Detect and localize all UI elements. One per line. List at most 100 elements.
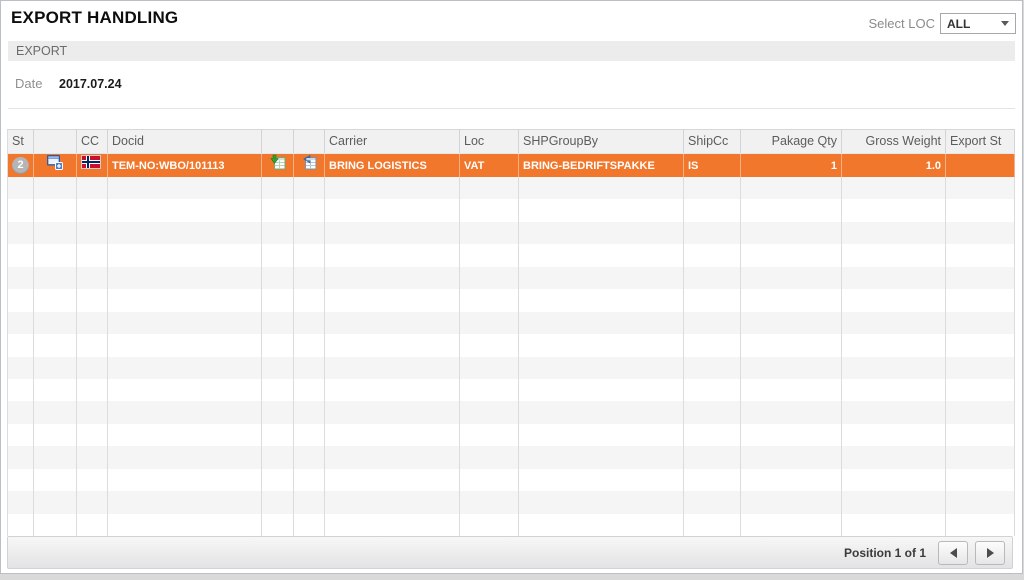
- page-title: EXPORT HANDLING: [11, 8, 179, 27]
- empty-cell: [77, 378, 108, 402]
- empty-cell: [262, 401, 294, 424]
- empty-cell: [460, 221, 519, 245]
- empty-cell: [294, 491, 325, 514]
- col-header-shpgroupby[interactable]: SHPGroupBy: [519, 130, 684, 153]
- empty-cell: [842, 446, 946, 469]
- empty-cell: [325, 401, 460, 424]
- empty-cell: [741, 289, 842, 312]
- empty-cell: [262, 423, 294, 447]
- cell-action-1[interactable]: [262, 154, 294, 177]
- empty-cell: [519, 378, 684, 402]
- table-row-empty: [7, 423, 1015, 447]
- chevron-down-icon: [1001, 21, 1009, 26]
- empty-cell: [684, 244, 741, 267]
- empty-cell: [946, 289, 1015, 312]
- empty-cell: [108, 513, 262, 536]
- col-header-cc[interactable]: CC: [77, 130, 108, 153]
- empty-cell: [325, 468, 460, 492]
- empty-cell: [8, 199, 34, 222]
- empty-cell: [262, 491, 294, 514]
- empty-cell: [262, 199, 294, 222]
- cell-row-type[interactable]: [34, 154, 77, 177]
- cell-loc: VAT: [460, 154, 519, 177]
- empty-cell: [946, 266, 1015, 290]
- empty-cell: [262, 221, 294, 245]
- cell-action-2[interactable]: [294, 154, 325, 177]
- empty-cell: [77, 221, 108, 245]
- empty-cell: [460, 468, 519, 492]
- col-header-export-st[interactable]: Export St: [946, 130, 1015, 153]
- empty-cell: [294, 177, 325, 200]
- empty-cell: [262, 378, 294, 402]
- table-row-empty: [7, 199, 1015, 222]
- empty-cell: [325, 311, 460, 335]
- empty-cell: [325, 378, 460, 402]
- table-row-empty: [7, 311, 1015, 335]
- empty-cell: [34, 446, 77, 469]
- empty-cell: [684, 356, 741, 379]
- empty-cell: [460, 513, 519, 536]
- empty-cell: [325, 423, 460, 447]
- empty-cell: [262, 311, 294, 335]
- col-header-carrier[interactable]: Carrier: [325, 130, 460, 153]
- empty-cell: [460, 378, 519, 402]
- empty-cell: [946, 199, 1015, 222]
- cell-shipcc: IS: [684, 154, 741, 177]
- empty-cell: [34, 378, 77, 402]
- export-excel-icon[interactable]: [269, 154, 286, 177]
- empty-cell: [294, 244, 325, 267]
- empty-cell: [34, 289, 77, 312]
- empty-cell: [842, 289, 946, 312]
- empty-cell: [8, 378, 34, 402]
- empty-cell: [34, 491, 77, 514]
- date-value: 2017.07.24: [59, 77, 122, 91]
- open-document-icon[interactable]: [47, 154, 63, 177]
- empty-cell: [325, 266, 460, 290]
- empty-cell: [519, 266, 684, 290]
- empty-cell: [34, 311, 77, 335]
- table-header-row: St CC Docid Carrier Loc SHPGroupBy ShipC…: [7, 129, 1015, 154]
- empty-cell: [946, 513, 1015, 536]
- empty-cell: [684, 378, 741, 402]
- empty-cell: [294, 199, 325, 222]
- select-loc-dropdown[interactable]: ALL: [940, 13, 1016, 34]
- table-row-empty: [7, 244, 1015, 267]
- empty-cell: [294, 334, 325, 357]
- col-header-pakage-qty[interactable]: Pakage Qty: [741, 130, 842, 153]
- col-header-loc[interactable]: Loc: [460, 130, 519, 153]
- empty-cell: [77, 334, 108, 357]
- table-row-empty: [7, 334, 1015, 357]
- prev-page-button[interactable]: [938, 540, 968, 565]
- empty-cell: [684, 311, 741, 335]
- empty-cell: [842, 334, 946, 357]
- empty-cell: [77, 446, 108, 469]
- col-header-shipcc[interactable]: ShipCc: [684, 130, 741, 153]
- empty-cell: [294, 468, 325, 492]
- empty-cell: [108, 334, 262, 357]
- empty-cell: [741, 177, 842, 200]
- empty-cell: [262, 177, 294, 200]
- col-header-docid[interactable]: Docid: [108, 130, 262, 153]
- empty-cell: [460, 356, 519, 379]
- table-row-empty: [7, 468, 1015, 492]
- empty-cell: [519, 513, 684, 536]
- empty-cell: [684, 199, 741, 222]
- cell-export-st: [946, 154, 1015, 177]
- table-row-selected[interactable]: 2 TEM-NO:WBO/101113 BRING LOGISTICS VAT …: [7, 154, 1015, 177]
- empty-cell: [8, 311, 34, 335]
- empty-cell: [8, 356, 34, 379]
- empty-cell: [684, 446, 741, 469]
- empty-cell: [108, 356, 262, 379]
- empty-cell: [519, 199, 684, 222]
- col-header-st[interactable]: St: [8, 130, 34, 153]
- empty-cell: [108, 289, 262, 312]
- empty-cell: [34, 266, 77, 290]
- next-page-button[interactable]: [975, 540, 1005, 565]
- norway-flag-icon: [81, 154, 101, 177]
- empty-cell: [741, 221, 842, 245]
- empty-cell: [77, 266, 108, 290]
- import-excel-icon[interactable]: [301, 154, 317, 177]
- empty-cell: [77, 468, 108, 492]
- col-header-gross-weight[interactable]: Gross Weight: [842, 130, 946, 153]
- empty-cell: [519, 311, 684, 335]
